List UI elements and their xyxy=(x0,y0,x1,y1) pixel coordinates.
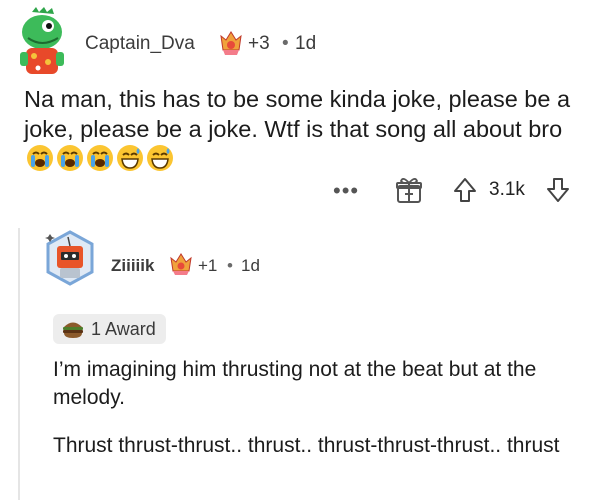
loudly-crying-face-icon xyxy=(56,144,84,179)
dinosaur-avatar-icon xyxy=(20,7,64,74)
avatar[interactable] xyxy=(40,228,100,290)
meta-separator: • xyxy=(227,256,233,275)
username[interactable]: Captain_Dva xyxy=(85,33,195,55)
award-count: +3 xyxy=(248,33,270,54)
gift-award-icon[interactable] xyxy=(396,176,422,204)
award-icon xyxy=(218,30,244,56)
grinning-sweat-face-icon xyxy=(116,144,144,179)
grinning-sweat-face-icon xyxy=(146,144,174,179)
meta-separator: • xyxy=(282,33,289,54)
comment-body-paragraph: I’m imagining him thrusting not at the b… xyxy=(53,358,537,409)
award-count: +1 xyxy=(198,256,218,275)
thread-line[interactable] xyxy=(18,228,20,500)
award-badge-label: 1 Award xyxy=(91,318,156,339)
burger-award-icon xyxy=(61,319,85,339)
more-options-button[interactable]: ••• xyxy=(333,178,359,204)
upvote-arrow-icon[interactable] xyxy=(452,176,478,204)
robot-avatar-icon xyxy=(45,230,94,286)
timestamp: 1d xyxy=(295,33,317,54)
loudly-crying-face-icon xyxy=(26,144,54,179)
username[interactable]: Ziiiiik xyxy=(111,256,154,276)
comment-body: Na man, this has to be some kinda joke, … xyxy=(24,84,584,179)
award-badge[interactable]: 1 Award xyxy=(53,314,166,344)
award-icon xyxy=(169,252,193,276)
loudly-crying-face-icon xyxy=(86,144,114,179)
comment-text: Na man, this has to be some kinda joke, … xyxy=(24,86,571,142)
avatar[interactable] xyxy=(14,6,72,82)
vote-score: 3.1k xyxy=(489,179,525,200)
downvote-arrow-icon[interactable] xyxy=(545,176,571,204)
timestamp: 1d xyxy=(241,256,260,275)
comment-body-paragraph: Thrust thrust-thrust.. thrust.. thrust-t… xyxy=(53,434,560,457)
